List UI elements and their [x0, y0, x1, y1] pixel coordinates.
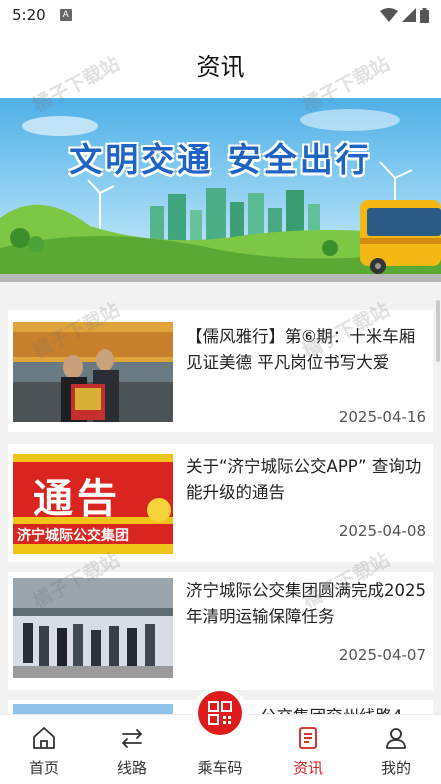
- thumb-subcaption: 济宁城际公交集团: [17, 528, 129, 544]
- news-thumbnail: [13, 578, 173, 678]
- news-item[interactable]: 【儒风雅行】第⑥期：十米车厢见证美德 平凡岗位书写大爱 2025-04-16: [8, 310, 433, 432]
- news-title: 关于“济宁城际公交APP” 查询功能升级的通告: [186, 457, 422, 502]
- tab-label: 线路: [116, 759, 147, 777]
- tab-ride-code[interactable]: 乘车码: [176, 691, 264, 784]
- battery-icon: [420, 7, 429, 23]
- status-time: 5:20: [12, 6, 46, 24]
- news-title: 济宁城际公交集团圆满完成2025年清明运输保障任务: [186, 581, 426, 626]
- tab-news[interactable]: 资讯: [264, 715, 352, 784]
- news-thumbnail: 通告 济宁城际公交集团: [13, 454, 173, 554]
- bottom-tab-bar: 首页 线路 乘车码 资讯 我的: [0, 691, 441, 784]
- profile-icon: [386, 728, 406, 749]
- news-date: 2025-04-07: [338, 646, 426, 664]
- news-title: 【儒风雅行】第⑥期：十米车厢见证美德 平凡岗位书写大爱: [186, 327, 416, 372]
- banner[interactable]: 文明交通 安全出行: [0, 98, 441, 282]
- tab-label: 资讯: [292, 759, 323, 777]
- wifi-icon: [380, 8, 398, 22]
- signal-icon: [402, 8, 416, 22]
- notification-badge-icon: A: [59, 9, 72, 21]
- news-thumbnail: [13, 322, 173, 422]
- route-icon: [122, 729, 142, 748]
- home-icon: [33, 727, 55, 749]
- news-icon: [299, 727, 317, 749]
- banner-slogan: 文明交通 安全出行: [69, 140, 372, 179]
- news-date: 2025-04-08: [338, 522, 426, 540]
- qr-code-button[interactable]: [198, 691, 242, 735]
- news-item[interactable]: 济宁城际公交集团圆满完成2025年清明运输保障任务 2025-04-07: [8, 572, 433, 690]
- qr-code-icon: [208, 701, 232, 725]
- tab-home[interactable]: 首页: [0, 715, 88, 784]
- page-title: 资讯: [196, 52, 245, 81]
- tab-routes[interactable]: 线路: [88, 715, 176, 784]
- scrollbar[interactable]: [436, 300, 440, 362]
- thumb-caption: 通告: [33, 476, 121, 522]
- status-icons: [380, 7, 429, 23]
- news-item[interactable]: 通告 济宁城际公交集团 关于“济宁城际公交APP” 查询功能升级的通告 2025…: [8, 444, 433, 562]
- header: 资讯: [0, 30, 441, 98]
- tab-profile[interactable]: 我的: [352, 715, 440, 784]
- banner-illustration: [0, 98, 441, 282]
- tab-label: 我的: [380, 759, 411, 777]
- tab-label: 首页: [28, 759, 59, 777]
- news-date: 2025-04-16: [338, 408, 426, 426]
- tab-label: 乘车码: [197, 759, 243, 777]
- status-bar: 5:20 A: [0, 0, 441, 30]
